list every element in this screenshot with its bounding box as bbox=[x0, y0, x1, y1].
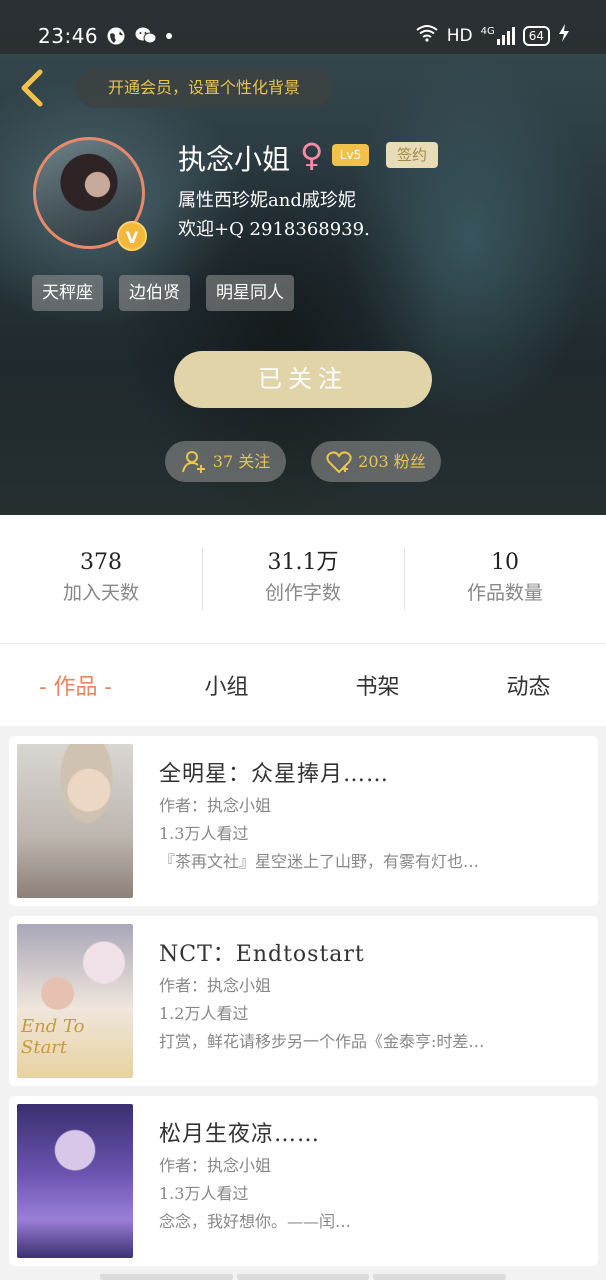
add-user-icon bbox=[181, 450, 205, 473]
work-cover-image bbox=[17, 1104, 133, 1258]
peek-segment bbox=[373, 1274, 507, 1280]
globe-icon bbox=[106, 26, 126, 51]
chevron-left-icon bbox=[21, 69, 43, 107]
charging-icon bbox=[558, 24, 570, 47]
female-icon: ♀ bbox=[300, 136, 324, 174]
stat-label: 创作字数 bbox=[264, 582, 341, 604]
work-views: 1.3万人看过 bbox=[159, 824, 249, 843]
work-cover-image: End To Start bbox=[17, 924, 133, 1078]
next-card-peek bbox=[100, 1274, 507, 1280]
tab-bookshelf[interactable]: 书架 bbox=[302, 669, 453, 701]
vip-background-prompt[interactable]: 开通会员，设置个性化背景 bbox=[76, 68, 332, 108]
peek-segment bbox=[236, 1274, 370, 1280]
heart-icon bbox=[326, 450, 352, 473]
work-card[interactable]: End To Start NCT：Endtostart 作者：执念小姐 1.2万… bbox=[9, 916, 598, 1086]
status-bar: 23:46 HD 4G 64 bbox=[0, 0, 606, 54]
profile-tabs: - 作品 - 小组 书架 动态 bbox=[0, 644, 606, 726]
following-count: 37 关注 bbox=[212, 452, 271, 471]
dot-icon bbox=[165, 26, 173, 51]
tag-chip[interactable]: 天秤座 bbox=[32, 275, 103, 311]
back-button[interactable] bbox=[16, 66, 52, 110]
work-description: 打赏，鲜花请移步另一个作品《金泰亨:时差… bbox=[159, 1032, 485, 1051]
stat-words: 31.1万 创作字数 bbox=[202, 548, 404, 610]
work-author: 作者：执念小姐 bbox=[159, 1156, 272, 1175]
wechat-icon bbox=[135, 26, 157, 51]
signed-badge: 签约 bbox=[386, 142, 438, 168]
following-count-button[interactable]: 37 关注 bbox=[165, 441, 286, 482]
work-author: 作者：执念小姐 bbox=[159, 976, 272, 995]
hd-label: HD bbox=[446, 25, 473, 46]
tag-chip[interactable]: 明星同人 bbox=[206, 275, 294, 311]
work-title: NCT：Endtostart bbox=[159, 942, 365, 967]
tag-chip[interactable]: 边伯贤 bbox=[119, 275, 190, 311]
work-description: 念念，我好想你。——闰… bbox=[159, 1212, 352, 1231]
stat-value: 378 bbox=[80, 550, 122, 575]
work-cover-image bbox=[17, 744, 133, 898]
status-right: HD 4G 64 bbox=[415, 24, 570, 47]
avatar[interactable]: V bbox=[33, 137, 147, 251]
fans-count: 203 粉丝 bbox=[358, 452, 426, 471]
works-list: 全明星：众星捧月…… 作者：执念小姐 1.3万人看过 『茶再文社』星空迷上了山野… bbox=[9, 736, 598, 1276]
work-card[interactable]: 松月生夜凉…… 作者：执念小姐 1.3万人看过 念念，我好想你。——闰… bbox=[9, 1096, 598, 1266]
work-title: 松月生夜凉…… bbox=[159, 1122, 321, 1147]
work-views: 1.3万人看过 bbox=[159, 1184, 249, 1203]
level-badge: Lv5 bbox=[332, 144, 369, 166]
tab-works[interactable]: - 作品 - bbox=[0, 669, 151, 701]
battery-indicator: 64 bbox=[522, 25, 550, 46]
stat-label: 加入天数 bbox=[62, 582, 139, 604]
bio-line: 欢迎+Q 2918368939. bbox=[178, 219, 370, 240]
stat-label: 作品数量 bbox=[466, 582, 543, 604]
stats-row: 378 加入天数 31.1万 创作字数 10 作品数量 bbox=[0, 515, 606, 643]
fans-count-button[interactable]: 203 粉丝 bbox=[311, 441, 441, 482]
stat-days: 378 加入天数 bbox=[0, 548, 202, 610]
stat-value: 10 bbox=[491, 550, 519, 575]
tab-activity[interactable]: 动态 bbox=[453, 669, 604, 701]
profile-tags: 天秤座 边伯贤 明星同人 bbox=[32, 275, 294, 311]
stat-value: 31.1万 bbox=[267, 550, 339, 575]
tab-groups[interactable]: 小组 bbox=[151, 669, 302, 701]
work-title: 全明星：众星捧月…… bbox=[159, 762, 390, 787]
work-card[interactable]: 全明星：众星捧月…… 作者：执念小姐 1.3万人看过 『茶再文社』星空迷上了山野… bbox=[9, 736, 598, 906]
wifi-icon bbox=[415, 24, 439, 47]
peek-segment bbox=[100, 1274, 233, 1280]
stat-works: 10 作品数量 bbox=[404, 548, 606, 610]
verified-badge-icon: V bbox=[117, 221, 147, 251]
work-author: 作者：执念小姐 bbox=[159, 796, 272, 815]
bio-line: 属性西珍妮and戚珍妮 bbox=[178, 190, 356, 211]
cover-title-text: End To Start bbox=[21, 1016, 85, 1058]
profile-bio: 属性西珍妮and戚珍妮 欢迎+Q 2918368939. bbox=[178, 186, 370, 244]
follow-button[interactable]: 已关注 bbox=[174, 351, 432, 408]
profile-name: 执念小姐 bbox=[178, 143, 291, 176]
signal-icon: 4G bbox=[481, 26, 515, 45]
status-time: 23:46 bbox=[38, 24, 99, 48]
work-views: 1.2万人看过 bbox=[159, 1004, 249, 1023]
work-description: 『茶再文社』星空迷上了山野，有雾有灯也… bbox=[159, 852, 480, 871]
